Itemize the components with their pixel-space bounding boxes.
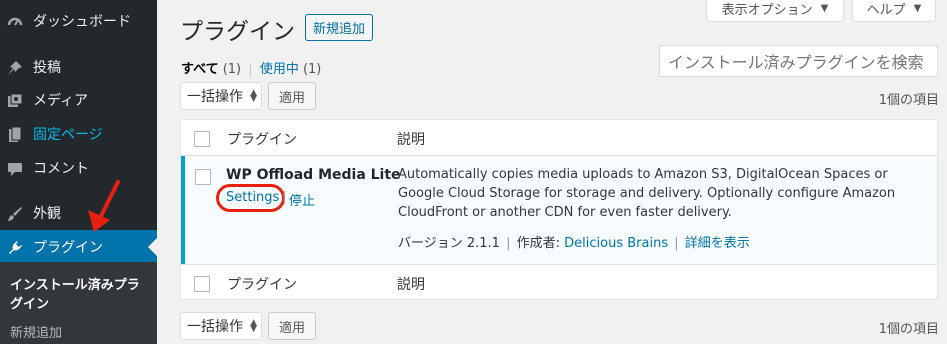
comment-icon [7,161,22,176]
apply-button-bottom[interactable]: 適用 [268,312,316,340]
menu-item-pages[interactable]: 固定ページ [0,117,157,151]
menu-label-comments: コメント [33,161,89,177]
view-all-count: (1) [222,62,242,77]
select-all-checkbox-bottom[interactable] [194,276,210,292]
menu-label-dashboard: ダッシュボード [33,14,131,30]
plugin-author-link[interactable]: Delicious Brains [564,236,668,251]
menu-item-dashboard[interactable]: ダッシュボード [0,4,157,38]
dashboard-icon [7,14,23,28]
plugin-author-prefix: 作成者: [516,236,561,251]
plugin-version: バージョン 2.1.1 [398,236,500,251]
meta-separator: | [506,236,511,251]
page-title: プラグイン [180,19,295,45]
table-header: プラグイン 説明 [181,120,937,156]
annotation-arrow [88,180,120,232]
view-active[interactable]: 使用中 [260,62,299,77]
select-all-checkbox[interactable] [194,131,210,147]
plugins-table: プラグイン 説明 WP Offload Media Lite Settings … [180,119,938,300]
table-row: WP Offload Media Lite Settings | 停止 Auto… [181,156,937,264]
submenu-add-new[interactable]: 新規追加 [10,322,62,341]
column-description: 説明 [397,132,425,148]
column-plugin[interactable]: プラグイン [227,129,297,149]
submenu-installed-plugins[interactable]: インストール済みプラグイン [10,276,150,314]
menu-label-posts: 投稿 [33,60,61,76]
views-separator: | [248,62,253,77]
select-arrows-icon: ▲ ▼ [250,318,257,334]
item-count-top: 1個の項目 [878,93,939,108]
menu-label-media: メディア [33,93,89,109]
screen-options-button[interactable]: 表示オプション ▼ [706,0,844,22]
pin-icon [7,60,22,75]
help-button[interactable]: ヘルプ ▼ [852,0,936,22]
menu-label-pages: 固定ページ [33,127,103,143]
bulk-action-select-bottom[interactable]: 一括操作 ▲ ▼ [180,312,262,340]
menu-item-posts[interactable]: 投稿 [0,50,157,84]
view-active-count: (1) [302,62,322,77]
page-icon [7,126,22,142]
apply-button-top[interactable]: 適用 [268,82,316,110]
view-all[interactable]: すべて [181,62,219,77]
plugin-title: WP Offload Media Lite [226,167,401,183]
menu-item-media[interactable]: メディア [0,83,157,117]
plugin-status-views: すべて (1) | 使用中 (1) [181,58,321,77]
bulk-action-select-top[interactable]: 一括操作 ▲ ▼ [180,82,262,110]
settings-link[interactable]: Settings [226,190,279,205]
deactivate-link[interactable]: 停止 [289,190,315,209]
meta-separator: | [674,236,679,251]
table-footer: プラグイン 説明 [181,264,937,300]
bulk-action-selected: 一括操作 [187,89,243,105]
menu-label-plugins: プラグイン [33,240,103,256]
plugin-icon [7,240,22,254]
menu-label-appearance: 外観 [33,206,61,222]
screen-options-label: 表示オプション [721,2,813,18]
plugin-search-input[interactable]: インストール済みプラグインを検索 [659,45,938,77]
row-checkbox[interactable] [195,169,211,185]
menu-item-appearance[interactable]: 外観 [0,196,157,230]
menu-item-plugins[interactable]: プラグイン [0,230,157,264]
column-description-footer: 説明 [397,277,425,293]
plugin-description: Automatically copies media uploads to Am… [398,167,896,220]
bulk-action-selected-bottom: 一括操作 [187,319,243,335]
help-label: ヘルプ [866,2,906,18]
media-icon [7,93,23,107]
caret-down-icon: ▼ [913,2,922,14]
view-details-link[interactable]: 詳細を表示 [685,236,750,251]
menu-item-comments[interactable]: コメント [0,151,157,185]
item-count-bottom: 1個の項目 [878,322,939,337]
column-plugin-footer[interactable]: プラグイン [227,274,297,294]
plugin-meta: バージョン 2.1.1 | 作成者: Delicious Brains | 詳細… [398,232,750,251]
admin-sidebar: ダッシュボード 投稿 メディア 固定ページ コメント 外観 プラグイン インスト… [0,0,157,344]
select-arrows-icon: ▲ ▼ [250,88,257,104]
brush-icon [7,206,22,221]
caret-down-icon: ▼ [820,2,829,14]
action-separator: | [282,190,287,205]
add-new-button[interactable]: 新規追加 [305,14,373,41]
